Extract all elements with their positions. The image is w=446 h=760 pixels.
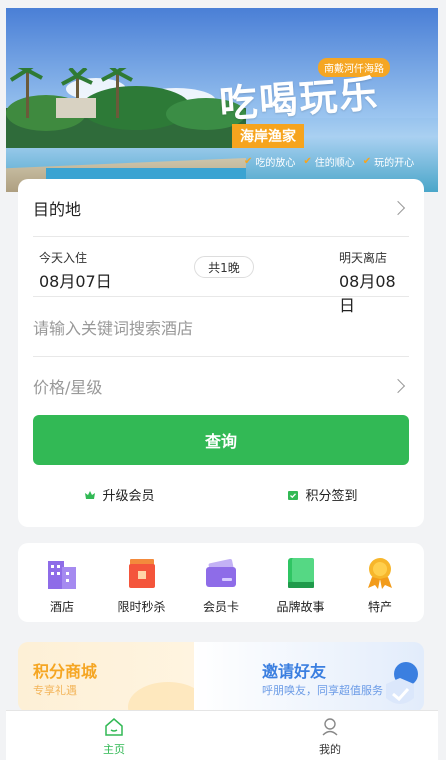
destination-label: 目的地 xyxy=(33,199,82,219)
date-picker-row[interactable]: 今天入住 08月07日 共1晚 明天离店 08月08日 xyxy=(33,237,409,315)
points-mall-banner[interactable]: 积分商城 专享礼遇 xyxy=(18,642,208,712)
palm-trees-illustration xyxy=(6,68,246,148)
points-mall-title: 积分商城 xyxy=(33,662,98,681)
banner-feature: ✔ 吃的放心 xyxy=(244,156,296,169)
home-icon xyxy=(105,718,123,736)
points-mall-subtitle: 专享礼遇 xyxy=(33,684,77,697)
invite-friends-title: 邀请好友 xyxy=(262,662,327,681)
destination-row[interactable]: 目的地 xyxy=(33,179,409,237)
specialty-icon xyxy=(368,558,392,589)
price-star-label: 价格/星级 xyxy=(33,378,103,397)
hotel-search-card: 目的地 今天入住 08月07日 共1晚 明天离店 08月08日 请输入关键词搜索… xyxy=(18,179,424,527)
banner-feature: ✔ 玩的开心 xyxy=(362,156,415,169)
grid-item-hotel[interactable]: 酒店 xyxy=(26,543,98,622)
hero-banner[interactable]: 南戴河仟海路 吃喝玩乐 海岸渔家 ✔ 吃的放心 ✔ 住的顺心 ✔ 玩的开心 xyxy=(6,8,438,192)
points-checkin-link[interactable]: 积分签到 xyxy=(221,485,424,504)
checkout-label: 明天离店 xyxy=(339,251,388,265)
grid-item-specialty[interactable]: 特产 xyxy=(344,543,416,622)
checkin-date[interactable]: 08月07日 xyxy=(39,268,112,292)
banner-features: ✔ 吃的放心 ✔ 住的顺心 ✔ 玩的开心 xyxy=(244,154,414,169)
nav-home-label: 主页 xyxy=(103,743,125,756)
banner-brand-tag: 海岸渔家 xyxy=(232,124,304,148)
user-icon xyxy=(322,718,338,736)
bottom-nav: 主页 我的 xyxy=(6,710,438,760)
invite-friends-subtitle: 呼朋唤友，同享超值服务 xyxy=(262,684,383,697)
calendar-check-icon xyxy=(288,490,299,500)
crown-icon xyxy=(85,490,96,499)
promo-row: 积分商城 专享礼遇 邀请好友 呼朋唤友，同享超值服务 xyxy=(18,642,424,712)
upgrade-member-link[interactable]: 升级会员 xyxy=(18,485,221,504)
quick-links: 升级会员 积分签到 xyxy=(18,485,424,504)
brand-story-icon xyxy=(287,558,314,588)
search-button[interactable]: 查询 xyxy=(33,415,409,465)
keyword-placeholder: 请输入关键词搜索酒店 xyxy=(33,318,194,338)
flash-sale-icon xyxy=(128,559,155,588)
member-card-icon xyxy=(206,558,236,587)
price-star-filter[interactable]: 价格/星级 xyxy=(33,357,409,415)
check-icon: ✔ xyxy=(303,156,312,167)
chevron-right-icon xyxy=(390,378,406,394)
nav-tab-mine[interactable]: 我的 xyxy=(222,711,438,760)
nights-badge: 共1晚 xyxy=(194,256,254,278)
nav-mine-label: 我的 xyxy=(319,743,341,756)
grid-item-brand-story[interactable]: 品牌故事 xyxy=(265,543,337,622)
check-icon: ✔ xyxy=(244,156,253,167)
invite-shield-icon xyxy=(386,662,418,704)
banner-feature: ✔ 住的顺心 xyxy=(303,156,355,169)
hotel-icon xyxy=(48,561,76,589)
grid-item-member-card[interactable]: 会员卡 xyxy=(185,543,257,622)
check-icon: ✔ xyxy=(362,156,372,167)
invite-friends-banner[interactable]: 邀请好友 呼朋唤友，同享超值服务 xyxy=(194,642,424,712)
feature-grid: 酒店 限时秒杀 会员卡 品牌故事 特产 xyxy=(18,543,424,622)
keyword-search-input[interactable]: 请输入关键词搜索酒店 xyxy=(33,297,409,357)
grid-item-flash-sale[interactable]: 限时秒杀 xyxy=(106,543,178,622)
banner-title: 吃喝玩乐 xyxy=(217,70,381,127)
checkin-label: 今天入住 xyxy=(39,251,88,265)
chevron-right-icon xyxy=(390,200,406,215)
nav-tab-home[interactable]: 主页 xyxy=(6,711,222,760)
